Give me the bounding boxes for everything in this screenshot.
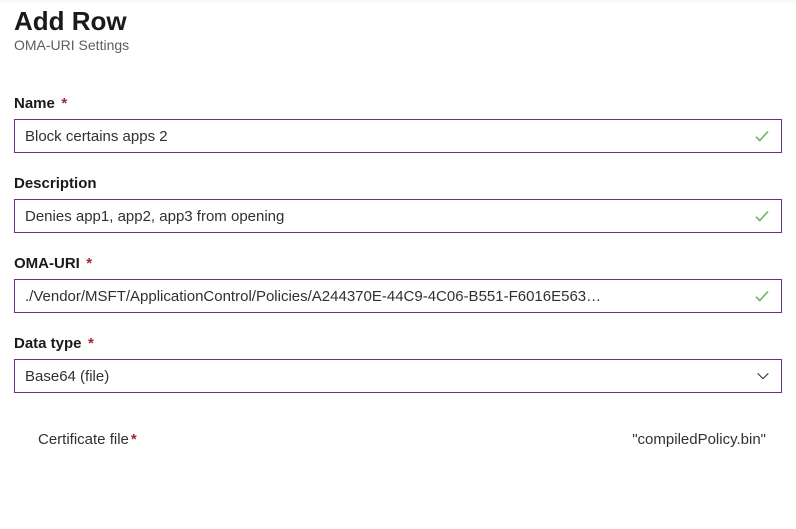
name-required-mark: * — [61, 95, 67, 112]
data-type-label-row: Data type * — [14, 335, 782, 353]
field-data-type: Data type * Base64 (file) — [14, 335, 782, 393]
oma-uri-label: OMA-URI — [14, 255, 80, 272]
check-icon — [753, 207, 771, 225]
oma-uri-required-mark: * — [86, 255, 92, 272]
description-input-value: Denies app1, app2, app3 from opening — [25, 208, 745, 225]
name-input[interactable]: Block certains apps 2 — [14, 119, 782, 153]
top-gradient — [0, 0, 796, 4]
name-label-row: Name * — [14, 95, 782, 113]
data-type-required-mark: * — [88, 335, 94, 352]
certificate-required-mark: * — [131, 431, 137, 448]
oma-uri-label-row: OMA-URI * — [14, 255, 782, 273]
certificate-file-row: Certificate file * "compiledPolicy.bin" — [14, 431, 782, 448]
oma-uri-input[interactable]: ./Vendor/MSFT/ApplicationControl/Policie… — [14, 279, 782, 313]
description-label-row: Description — [14, 175, 782, 193]
description-label: Description — [14, 175, 97, 192]
field-description: Description Denies app1, app2, app3 from… — [14, 175, 782, 233]
data-type-label: Data type — [14, 335, 82, 352]
page-subtitle: OMA-URI Settings — [14, 37, 782, 53]
field-name: Name * Block certains apps 2 — [14, 95, 782, 153]
chevron-down-icon — [755, 368, 771, 384]
check-icon — [753, 127, 771, 145]
field-oma-uri: OMA-URI * ./Vendor/MSFT/ApplicationContr… — [14, 255, 782, 313]
certificate-file-label: Certificate file — [38, 431, 129, 448]
certificate-filename: "compiledPolicy.bin" — [632, 431, 770, 448]
name-label: Name — [14, 95, 55, 112]
check-icon — [753, 287, 771, 305]
description-input[interactable]: Denies app1, app2, app3 from opening — [14, 199, 782, 233]
page-title: Add Row — [14, 6, 782, 37]
page-header: Add Row OMA-URI Settings — [14, 6, 782, 53]
data-type-value: Base64 (file) — [25, 368, 747, 385]
data-type-select[interactable]: Base64 (file) — [14, 359, 782, 393]
oma-uri-input-value: ./Vendor/MSFT/ApplicationControl/Policie… — [25, 288, 745, 305]
name-input-value: Block certains apps 2 — [25, 128, 745, 145]
